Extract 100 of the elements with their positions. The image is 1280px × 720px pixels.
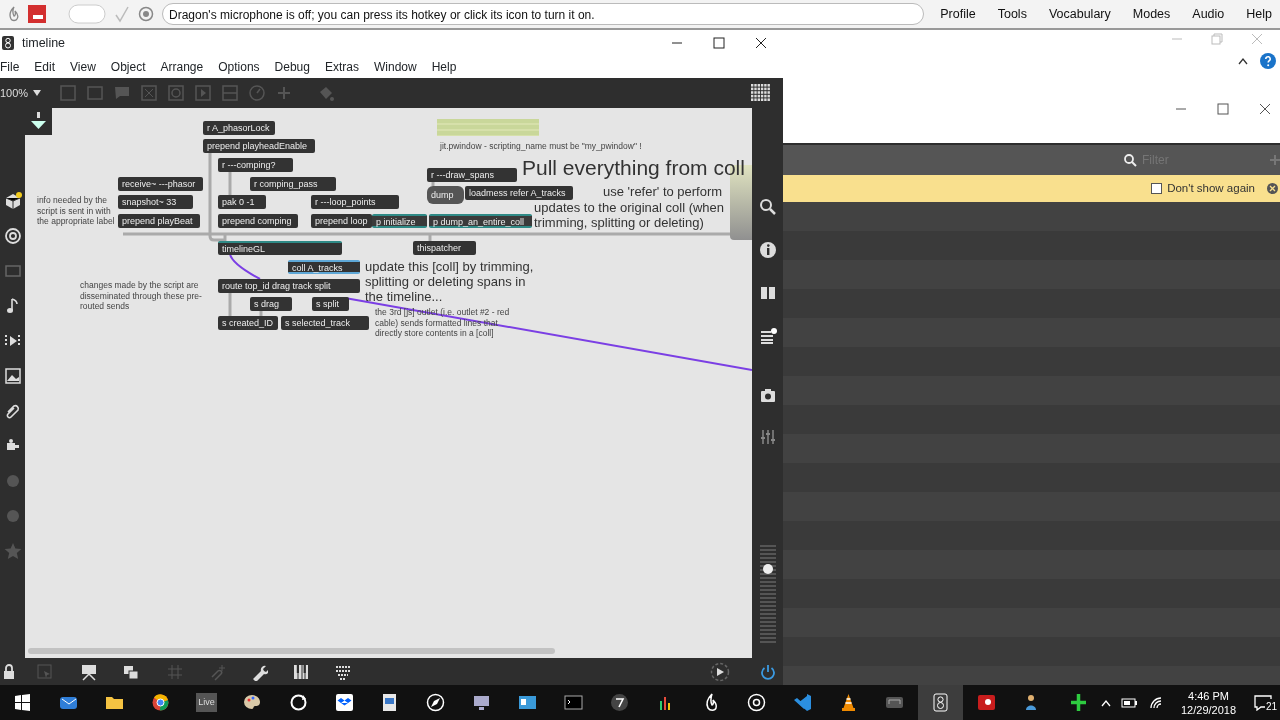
windows-icon[interactable] [13,693,33,712]
wifi-icon[interactable] [1149,695,1163,710]
palette-icon[interactable] [242,693,262,712]
scrollbar[interactable] [28,648,555,654]
dropbox-icon[interactable] [334,693,354,712]
object-box[interactable]: r ---comping? [218,158,293,172]
star-icon[interactable] [3,542,22,560]
object-box[interactable]: prepend playBeat [118,214,200,228]
menu-item[interactable]: Audio [1192,4,1225,24]
toggle-object-icon[interactable] [140,84,159,102]
battery-icon[interactable] [1121,696,1139,709]
object-box[interactable]: prepend playheadEnable [203,139,315,153]
patch-cord [228,293,232,316]
target-icon[interactable] [3,227,22,245]
object-box[interactable]: r ---draw_spans [427,168,517,182]
menu-item[interactable]: Profile [940,4,976,24]
menu-item[interactable]: Extras [324,58,359,76]
menu-item[interactable]: Help [431,58,457,76]
menu-item[interactable]: Help [1246,4,1272,24]
caret-icon[interactable] [33,90,42,96]
menu-item[interactable]: Options [218,58,260,76]
search-icon [1124,153,1137,167]
menu-item[interactable]: Vocabulary [1048,4,1111,24]
menu-item[interactable]: Window [373,58,417,76]
cube-icon[interactable] [3,192,22,210]
object-box[interactable]: prepend loop [311,214,372,228]
info-icon[interactable] [758,241,777,259]
slider-object-icon[interactable] [221,84,240,102]
comment: use 'refer' to perform [603,184,723,199]
slider-thumb[interactable] [762,564,773,574]
browser-icon[interactable] [151,693,171,712]
object-box[interactable]: p initialize [372,214,427,228]
object-box[interactable]: thispatcher [413,241,476,255]
maximize-icon[interactable] [1217,103,1229,115]
menu-item[interactable]: Arrange [160,58,204,76]
camera-icon[interactable] [758,386,777,404]
checkbox[interactable]: Don't show again [1151,179,1255,198]
object-box[interactable]: route top_id drag track split [218,279,360,293]
app-label[interactable]: Live [196,692,217,713]
clock-time[interactable]: 4:46 PM [1188,688,1229,703]
menu-item[interactable]: Object [110,58,146,76]
object-box[interactable]: loadmess refer A_tracks [465,186,573,200]
object-box[interactable]: r ---loop_points [311,195,399,209]
code-editor-icon[interactable] [793,693,813,712]
columns-icon[interactable] [758,284,777,302]
object-box[interactable]: pak 0 -1 [218,195,266,209]
sliders-icon[interactable] [758,428,777,446]
id-card-icon[interactable] [518,693,538,712]
maximize-icon[interactable] [713,37,725,49]
comment: updates to the original coll (when trimming, splitting or deleting) [534,200,726,230]
list-icon[interactable] [758,327,777,345]
compass-icon[interactable] [426,693,446,712]
object-box[interactable]: r A_phasorLock [203,121,275,135]
close-icon[interactable] [1259,103,1271,115]
check-icon[interactable] [114,5,130,23]
menu-item[interactable]: File [0,58,20,76]
search-icon[interactable] [758,198,777,216]
sync-icon[interactable] [288,693,308,712]
menu-item[interactable]: View [70,58,96,76]
toggle-icon[interactable] [68,4,106,24]
clock-date[interactable]: 12/29/2018 [1181,702,1237,717]
aperture-icon[interactable] [747,693,767,712]
menu-item[interactable]: Edit [34,58,56,76]
monitor-icon[interactable] [472,693,492,712]
menu-item[interactable]: Modes [1132,4,1171,24]
object-box[interactable]: p dump_an_entire_coll [429,214,532,228]
object-box[interactable]: s drag [250,297,292,311]
message-box[interactable]: dump [427,186,464,204]
object-box[interactable]: s selected_track [281,316,369,330]
image-icon[interactable] [3,367,22,385]
volume-slider[interactable] [759,545,776,645]
presentation-app-icon[interactable] [976,693,996,712]
object-box[interactable]: r comping_pass [250,177,336,191]
app-icon[interactable] [930,693,950,712]
object-box[interactable]: prepend comping [218,214,298,228]
radio-icon[interactable] [138,6,154,22]
comment: update this [coll] by trimming, splitting or deleting spans in the timeline... [365,259,535,304]
plus-tool-icon[interactable] [1068,693,1088,712]
grid-view-icon[interactable] [751,84,771,102]
menu-item[interactable]: Debug [274,58,310,76]
piano-icon[interactable] [292,662,310,681]
object-box[interactable]: s created_ID [218,316,278,330]
window-title: timeline [22,34,66,52]
power-icon[interactable] [760,662,776,681]
object-box[interactable]: receive~ ---phasor [118,177,203,191]
chevron-up-icon[interactable] [1238,57,1248,65]
menu-item[interactable]: Tools [997,4,1027,24]
object-box[interactable]: coll A_tracks [288,260,360,274]
object-box[interactable]: snapshot~ 33 [118,195,193,209]
microphone-off-icon[interactable] [28,5,46,23]
comment: Pull everything from coll [522,156,745,180]
close-icon[interactable] [755,37,767,49]
play-circle-icon[interactable] [710,661,730,682]
terminal-icon[interactable] [563,693,583,712]
presentation-icon[interactable] [80,662,98,681]
help-icon[interactable] [1260,53,1276,69]
object-box[interactable]: s split [312,297,349,311]
object-box[interactable]: timelineGL [218,241,342,255]
number-circle-icon[interactable] [609,693,629,712]
zoom-level[interactable]: 100% [0,84,29,102]
